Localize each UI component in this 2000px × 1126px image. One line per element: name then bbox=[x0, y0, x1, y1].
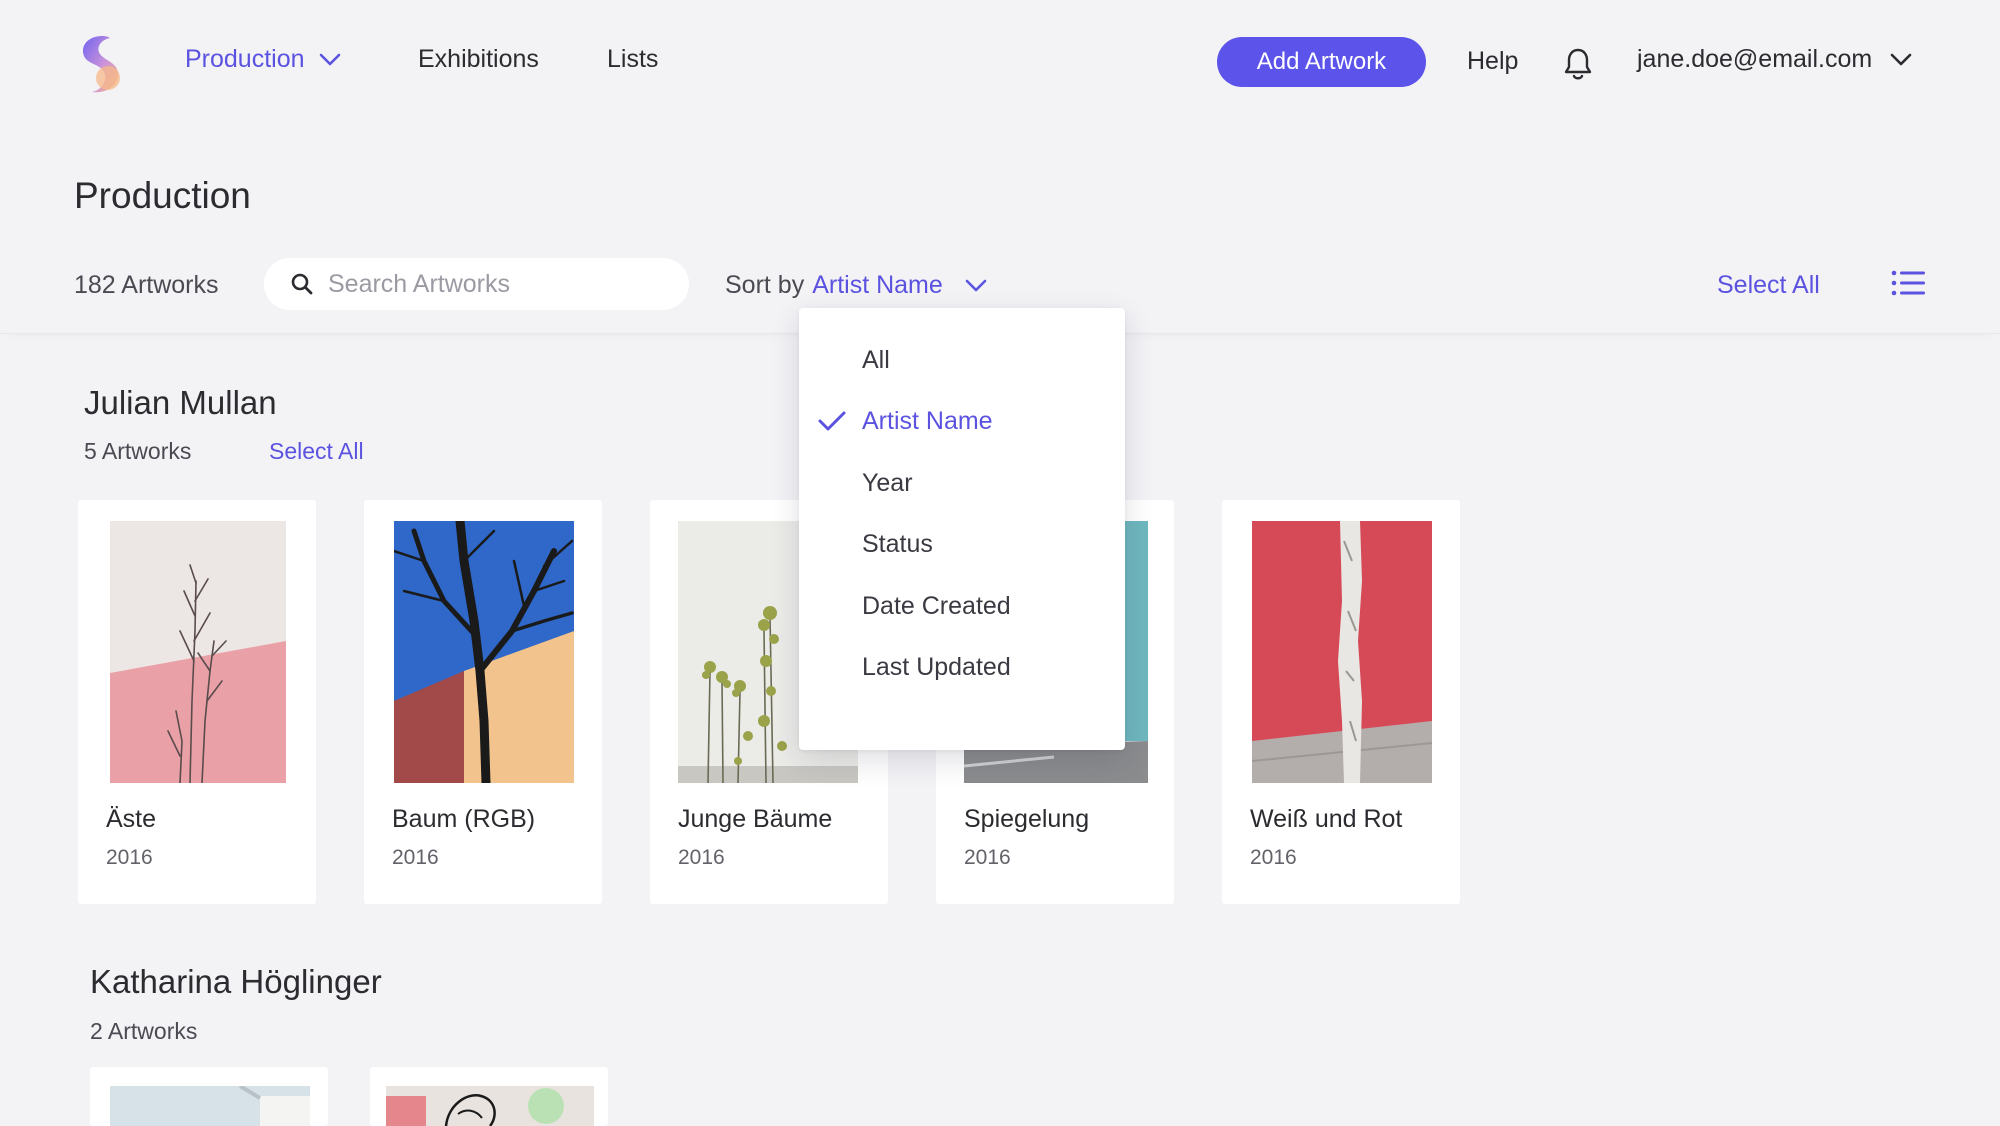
artwork-thumbnail bbox=[386, 1086, 594, 1126]
sort-option-status[interactable]: Status bbox=[862, 530, 933, 559]
bell-icon[interactable] bbox=[1562, 46, 1594, 82]
sort-option-artist-name[interactable]: Artist Name bbox=[862, 407, 993, 436]
help-link[interactable]: Help bbox=[1467, 47, 1518, 76]
artwork-thumbnail bbox=[1252, 521, 1432, 783]
group-artwork-count: 5 Artworks bbox=[84, 438, 192, 464]
checkmark-icon bbox=[818, 411, 846, 431]
artwork-thumbnail bbox=[110, 521, 286, 783]
page-title: Production bbox=[74, 175, 251, 216]
artwork-card[interactable]: Äste 2016 bbox=[78, 500, 316, 904]
artwork-title: Spiegelung bbox=[964, 805, 1090, 833]
page: Production Exhibitions Lists Add Artwork… bbox=[0, 0, 2000, 1126]
artwork-title: Weiß und Rot bbox=[1250, 805, 1403, 833]
sort-prefix: Sort by bbox=[725, 271, 805, 299]
sort-option-all[interactable]: All bbox=[862, 346, 890, 375]
artwork-year: 2016 bbox=[678, 846, 725, 869]
add-artwork-button[interactable]: Add Artwork bbox=[1217, 37, 1426, 87]
artwork-card[interactable]: Baum (RGB) 2016 bbox=[364, 500, 602, 904]
artwork-title: Baum (RGB) bbox=[392, 805, 536, 833]
artwork-count: 182 Artworks bbox=[74, 271, 219, 299]
group-artwork-count: 2 Artworks bbox=[90, 1018, 198, 1044]
nav-lists[interactable]: Lists bbox=[607, 45, 658, 74]
sort-value: Artist Name bbox=[812, 271, 943, 299]
artwork-year: 2016 bbox=[392, 846, 439, 869]
artwork-card[interactable]: Weiß und Rot 2016 bbox=[1222, 500, 1460, 904]
nav-production[interactable]: Production bbox=[185, 45, 341, 74]
search-input[interactable] bbox=[328, 269, 668, 299]
group-select-all-button[interactable]: Select All bbox=[269, 438, 364, 465]
chevron-down-icon bbox=[319, 53, 340, 65]
nav-exhibitions[interactable]: Exhibitions bbox=[418, 45, 539, 74]
user-menu[interactable]: jane.doe@email.com bbox=[1637, 45, 1912, 74]
sort-option-year[interactable]: Year bbox=[862, 469, 913, 498]
top-navigation: Production Exhibitions Lists Add Artwork… bbox=[0, 0, 2000, 124]
artwork-thumbnail bbox=[110, 1086, 310, 1126]
search-icon bbox=[291, 273, 313, 295]
artwork-year: 2016 bbox=[1250, 846, 1297, 869]
sort-dropdown[interactable]: Sort by Artist Name bbox=[725, 271, 987, 300]
artwork-title: Äste bbox=[106, 805, 157, 833]
artwork-year: 2016 bbox=[964, 846, 1011, 869]
sort-menu: All Artist Name Year Status Date Created… bbox=[799, 308, 1125, 750]
search-box[interactable] bbox=[264, 258, 689, 310]
group-artist-name: Julian Mullan bbox=[84, 384, 277, 421]
list-view-icon[interactable] bbox=[1891, 270, 1925, 296]
artwork-year: 2016 bbox=[106, 846, 153, 869]
select-all-button[interactable]: Select All bbox=[1717, 271, 1820, 300]
sort-option-last-updated[interactable]: Last Updated bbox=[862, 653, 1011, 682]
nav-production-label: Production bbox=[185, 45, 305, 73]
user-email: jane.doe@email.com bbox=[1637, 45, 1873, 73]
artwork-title: Junge Bäume bbox=[678, 805, 833, 833]
artwork-card[interactable] bbox=[90, 1067, 328, 1126]
chevron-down-icon bbox=[965, 279, 987, 291]
group-artist-name: Katharina Höglinger bbox=[90, 963, 382, 1000]
sort-option-date-created[interactable]: Date Created bbox=[862, 592, 1011, 621]
app-logo-icon[interactable] bbox=[74, 34, 124, 94]
chevron-down-icon bbox=[1890, 53, 1912, 65]
artwork-card[interactable] bbox=[370, 1067, 608, 1126]
artwork-thumbnail bbox=[394, 521, 574, 783]
